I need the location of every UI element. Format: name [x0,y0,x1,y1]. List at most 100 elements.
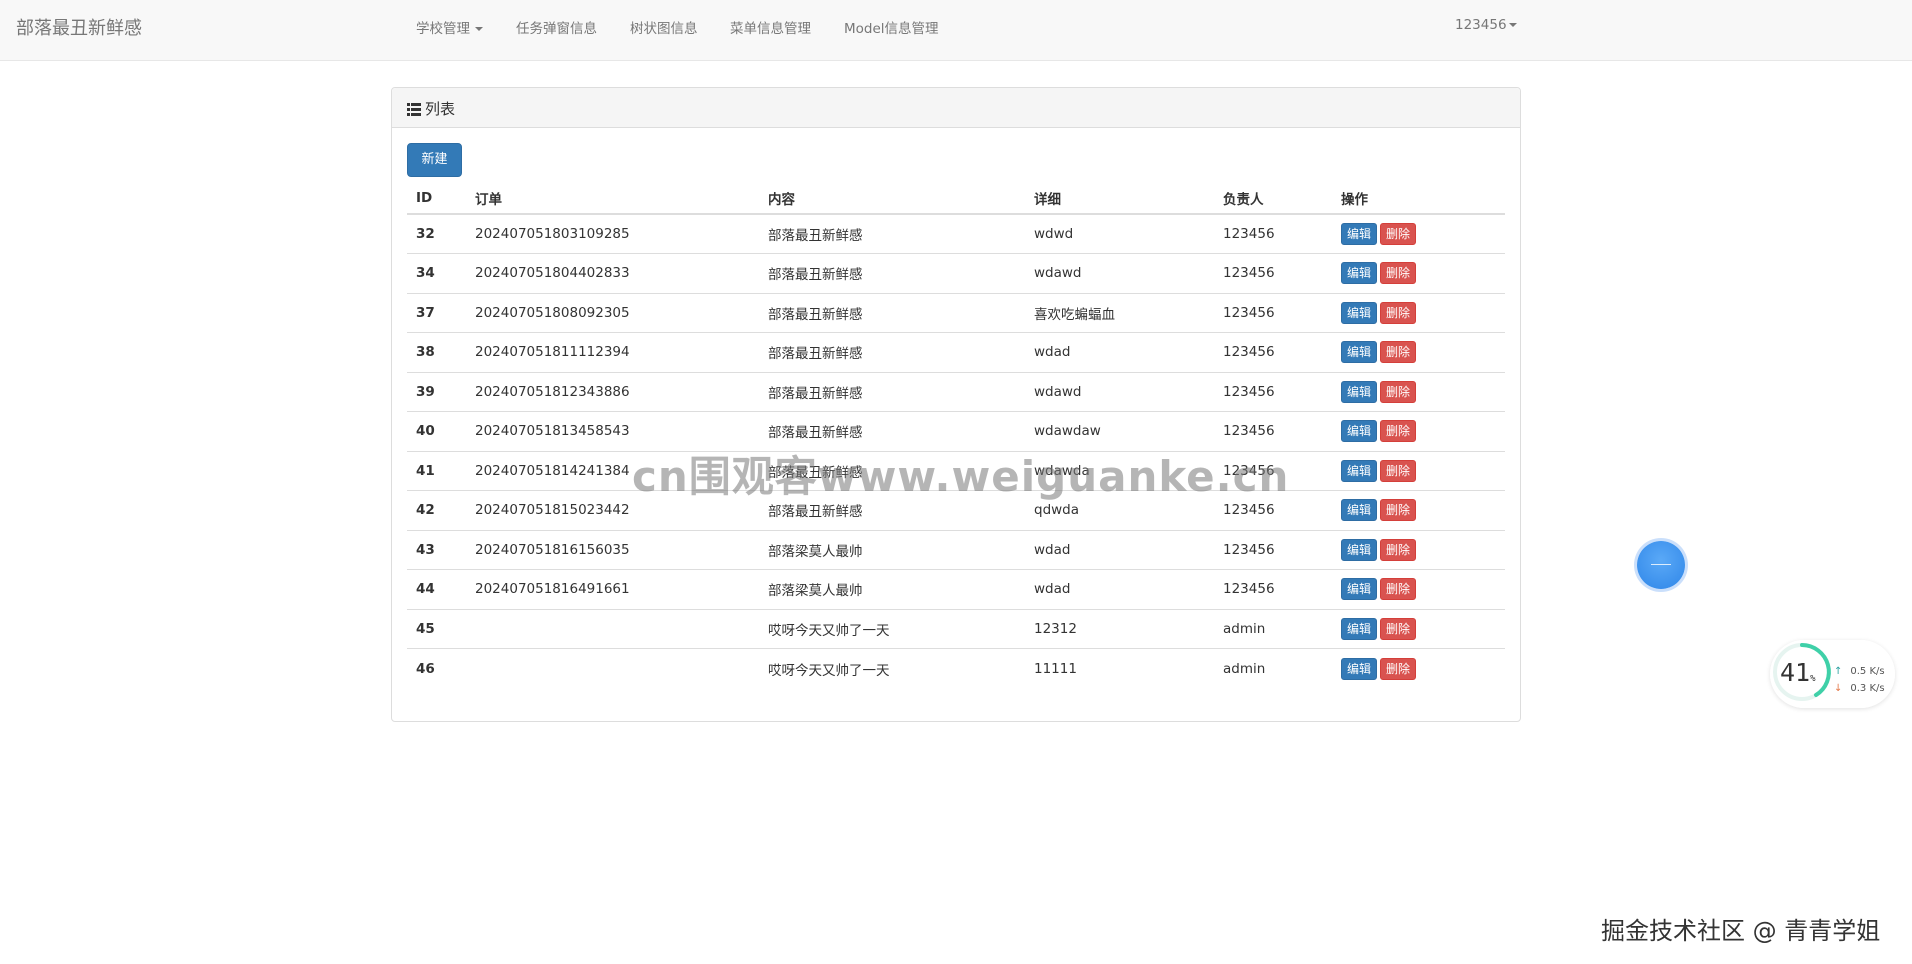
network-speed-widget[interactable]: 41% ↑ 0.5 K/s ↓ 0.3 K/s [1770,640,1895,708]
cell-content: 部落最丑新鲜感 [759,332,1025,372]
edit-button[interactable]: 编辑 [1341,262,1378,285]
edit-button[interactable]: 编辑 [1341,578,1378,601]
cell-owner: 123456 [1214,332,1332,372]
table-row: 44 202407051816491661 部落梁莫人最帅 wdad 123456 编辑删… [407,569,1505,609]
cell-owner: admin [1214,648,1332,688]
col-header-actions: 操作 [1332,182,1505,215]
cell-actions: 编辑 删除 [1332,411,1505,451]
cell-id: 38 [407,332,466,372]
caret-down-icon [1508,23,1517,27]
edit-button[interactable]: 编辑 [1341,538,1378,561]
cell-detail: wdad [1025,529,1214,570]
download-speed: ↓ 0.3 K/s [1834,683,1885,694]
cell-id: 42 [407,490,466,530]
nav-tree-info[interactable]: 树状图信息 [630,17,698,37]
cell-actions: 编辑 删除 [1332,569,1505,609]
edit-button[interactable]: 编辑 [1341,617,1378,640]
panel-heading: 列表 [392,88,1520,128]
cell-detail: wdawd [1025,253,1214,293]
cell-actions: 编辑 删除 [1332,292,1505,333]
cell-detail: 喜欢吃蝙蝠血 [1025,292,1214,333]
cell-id: 39 [407,371,466,412]
col-header-content: 内容 [759,182,1025,215]
table-row: 37 202407051808092305 部落最丑新鲜感 喜欢吃蝙蝠血 123456 编… [407,292,1505,333]
cell-id: 41 [407,450,466,491]
list-panel: 列表 新建 ID 订单 内容 详细 负责人 操作 32 2024070518031… [391,87,1521,722]
delete-button[interactable]: 删除 [1380,262,1417,285]
table-header-row: ID 订单 内容 详细 负责人 操作 [407,182,1505,215]
cell-actions: 编辑 删除 [1332,608,1505,649]
list-icon [407,103,421,116]
cell-id: 46 [407,648,466,688]
cell-owner: 123456 [1214,371,1332,412]
edit-button[interactable]: 编辑 [1341,499,1378,522]
cell-content: 部落最丑新鲜感 [759,253,1025,293]
edit-button[interactable]: 编辑 [1341,420,1378,443]
nav-model-info[interactable]: Model信息管理 [844,17,939,37]
delete-button[interactable]: 删除 [1380,341,1417,364]
nav-task-popup-info[interactable]: 任务弹窗信息 [516,17,597,37]
cell-content: 部落最丑新鲜感 [759,371,1025,412]
cell-detail: wdad [1025,332,1214,372]
cell-actions: 编辑 删除 [1332,213,1505,254]
cell-actions: 编辑 删除 [1332,490,1505,530]
delete-button[interactable]: 删除 [1380,459,1417,482]
cell-actions: 编辑 删除 [1332,253,1505,293]
cell-owner: 123456 [1214,292,1332,333]
delete-button[interactable]: 删除 [1380,223,1417,245]
cell-id: 44 [407,569,466,609]
nav-school-management[interactable]: 学校管理 [416,17,483,37]
table-row: 39 202407051812343886 部落最丑新鲜感 wdawd 123456 编辑… [407,371,1505,412]
cell-content: 部落梁莫人最帅 [759,569,1025,609]
delete-button[interactable]: 删除 [1380,499,1417,522]
cell-id: 34 [407,253,466,293]
nav-user-label: 123456 [1455,17,1507,33]
edit-button[interactable]: 编辑 [1341,459,1378,482]
cell-actions: 编辑 删除 [1332,529,1505,570]
cell-order: 202407051812343886 [466,371,759,412]
cell-detail: wdad [1025,569,1214,609]
delete-button[interactable]: 删除 [1380,657,1417,680]
table-row: 34 202407051804402833 部落最丑新鲜感 wdawd 123456 编辑… [407,253,1505,293]
cell-owner: admin [1214,608,1332,649]
cell-detail: wdwd [1025,213,1214,254]
delete-button[interactable]: 删除 [1380,617,1417,640]
footer-watermark: 掘金技术社区 @ 青青学姐 [1601,917,1881,945]
delete-button[interactable]: 删除 [1380,538,1417,561]
cell-order [466,608,759,649]
delete-button[interactable]: 删除 [1380,420,1417,443]
cell-content: 哎呀今天又帅了一天 [759,648,1025,688]
cell-owner: 123456 [1214,213,1332,254]
new-button[interactable]: 新建 [407,143,462,177]
nav-school-management-label: 学校管理 [416,21,470,37]
cell-id: 45 [407,608,466,649]
speed-percent: 41% [1780,658,1816,687]
cell-order: 202407051811112394 [466,332,759,372]
top-navbar: 部落最丑新鲜感 学校管理 任务弹窗信息 树状图信息 菜单信息管理 Model信息… [0,0,1912,61]
edit-button[interactable]: 编辑 [1341,223,1378,245]
cell-id: 40 [407,411,466,451]
cell-owner: 123456 [1214,569,1332,609]
delete-button[interactable]: 删除 [1380,578,1417,601]
assistive-ball-icon[interactable] [1637,541,1685,589]
delete-button[interactable]: 删除 [1380,301,1417,324]
cell-detail: 11111 [1025,648,1214,688]
edit-button[interactable]: 编辑 [1341,341,1378,364]
cell-order: 202407051804402833 [466,253,759,293]
cell-order: 202407051803109285 [466,213,759,254]
delete-button[interactable]: 删除 [1380,380,1417,403]
cell-actions: 编辑 删除 [1332,450,1505,491]
cell-order: 202407051816156035 [466,529,759,570]
edit-button[interactable]: 编辑 [1341,380,1378,403]
cell-content: 哎呀今天又帅了一天 [759,608,1025,649]
cell-id: 43 [407,529,466,570]
nav-menu-info[interactable]: 菜单信息管理 [730,17,811,37]
col-header-order: 订单 [466,182,759,215]
table-row: 45 哎呀今天又帅了一天 12312 admin 编辑 删除 [407,608,1505,649]
nav-user-dropdown[interactable]: 123456 [1455,17,1517,33]
navbar-brand[interactable]: 部落最丑新鲜感 [16,14,142,40]
col-header-owner: 负责人 [1214,182,1332,215]
cell-id: 32 [407,213,466,254]
edit-button[interactable]: 编辑 [1341,657,1378,680]
edit-button[interactable]: 编辑 [1341,301,1378,324]
